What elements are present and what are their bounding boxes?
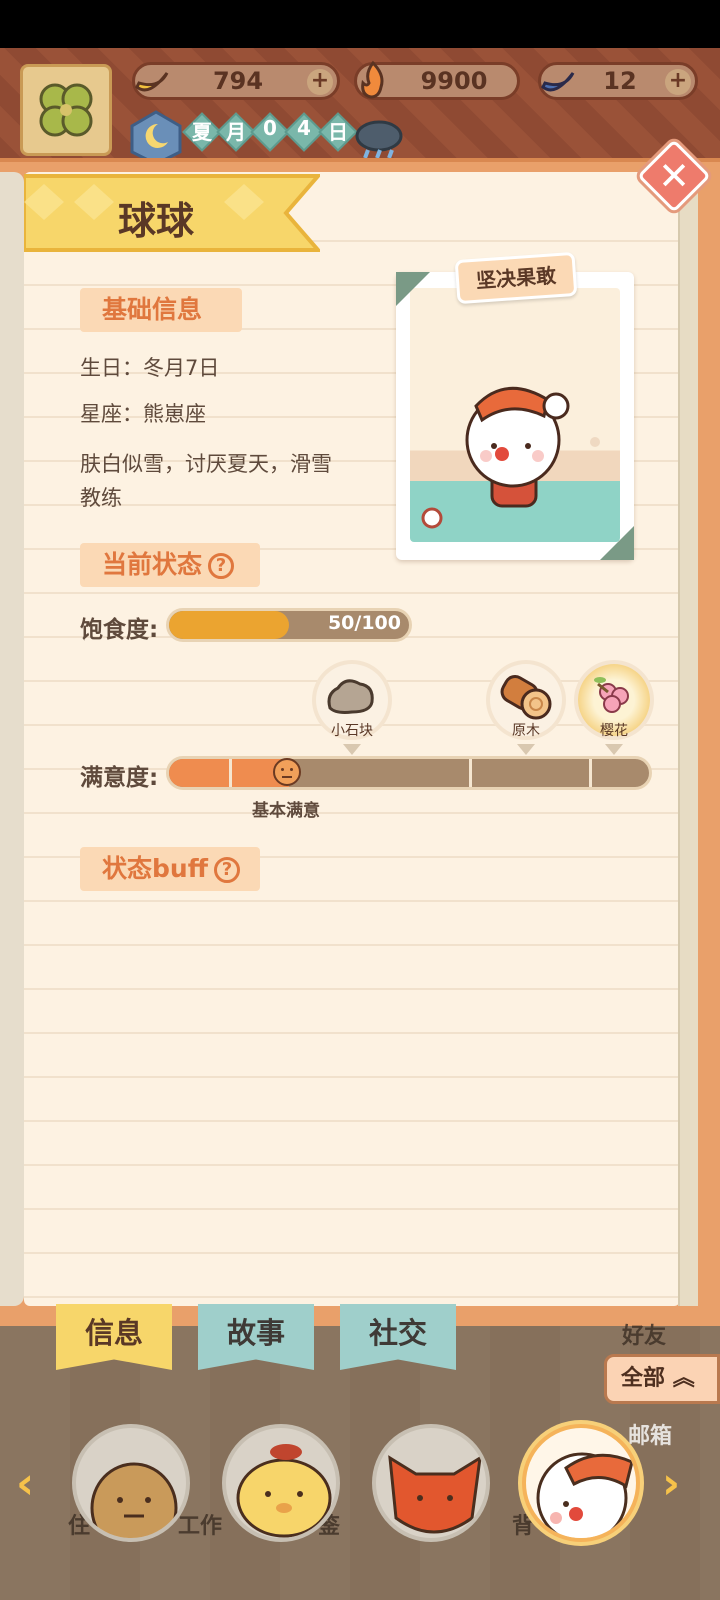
date-month: 月	[226, 120, 246, 144]
add-banana-button[interactable]: +	[307, 69, 333, 95]
blue-banana-icon	[541, 72, 575, 92]
satisfaction-face-icon	[273, 758, 301, 786]
current-status-heading: 当前状态?	[80, 543, 260, 587]
date-digit-1: 0	[263, 116, 277, 140]
meat-icon	[421, 507, 443, 529]
satisfaction-bar	[166, 756, 652, 790]
rain-cloud-icon[interactable]	[352, 116, 406, 162]
sakura-icon	[594, 677, 629, 713]
log-icon	[500, 675, 552, 720]
basic-info-title: 基础信息	[102, 295, 203, 324]
banana-counter: 794 +	[132, 62, 340, 100]
reward-log-label: 原木	[512, 723, 540, 739]
satisfaction-label: 满意度:	[80, 765, 159, 791]
filter-all-label: 全部	[621, 1366, 666, 1391]
next-arrow-icon[interactable]: ›	[662, 1458, 680, 1509]
card-corner-bottom	[600, 526, 634, 560]
satiety-fill	[169, 611, 289, 639]
birthday-text: 生日：冬月7日	[80, 356, 220, 380]
satiety-bar: 50/100	[166, 608, 412, 642]
friends-shortcut[interactable]: 好友	[622, 1318, 666, 1350]
character-name: 球球	[118, 199, 195, 243]
banana-icon	[135, 72, 169, 92]
work-shortcut[interactable]: 工作	[178, 1508, 222, 1540]
card-corner-top	[396, 272, 430, 306]
reward-stone-label: 小石块	[331, 723, 373, 739]
status-bar	[0, 0, 720, 48]
mail-shortcut[interactable]: 邮箱	[628, 1418, 672, 1450]
basic-info-heading: 基础信息	[80, 288, 242, 332]
add-blue-banana-button[interactable]: +	[665, 69, 691, 95]
chevron-up-icon: ︽	[672, 1366, 695, 1391]
buff-help-icon[interactable]: ?	[213, 857, 240, 883]
buff-title: 状态buff	[102, 854, 208, 883]
clover-icon	[39, 83, 93, 137]
satiety-value: 50/100	[327, 612, 401, 634]
date-digit-2: 4	[297, 116, 311, 140]
description-line-2: 教练	[80, 486, 122, 510]
buff-heading: 状态buff?	[80, 847, 260, 891]
clover-avatar-button[interactable]	[20, 64, 112, 156]
status-help-icon[interactable]: ?	[208, 553, 235, 579]
character-portrait	[410, 288, 620, 542]
filter-all-button[interactable]: 全部 ︽	[604, 1354, 720, 1404]
banana-count: 794	[212, 67, 264, 95]
page-edge	[678, 172, 698, 1306]
constellation-text: 星座：熊崽座	[80, 402, 206, 426]
prev-arrow-icon[interactable]: ‹	[16, 1458, 34, 1509]
close-button[interactable]: ✕	[648, 150, 700, 202]
stone-icon	[327, 679, 374, 714]
blue-banana-count: 12	[603, 67, 637, 95]
character-illustration	[421, 386, 600, 529]
character-fox[interactable]	[372, 1424, 490, 1542]
date-day: 日	[328, 120, 348, 144]
description-line-1: 肤白似雪，讨厌夏天，滑雪	[80, 452, 332, 476]
flame-icon	[361, 60, 384, 99]
satisfaction-caption: 基本满意	[252, 801, 320, 821]
trait-tag: 坚决果敢	[454, 251, 578, 305]
character-dog[interactable]	[222, 1424, 340, 1542]
date-season: 夏	[192, 120, 212, 144]
current-status-title: 当前状态	[102, 550, 203, 579]
satiety-label: 饱食度:	[80, 617, 159, 643]
panel-side-strip	[0, 172, 24, 1306]
character-potato[interactable]	[72, 1424, 190, 1542]
blue-banana-counter: 12 +	[538, 62, 698, 100]
character-qiuqiu-selected[interactable]	[522, 1424, 640, 1542]
flame-counter: 9900	[354, 60, 520, 100]
flame-count: 9900	[420, 67, 488, 95]
reward-sakura-label: 樱花	[600, 723, 628, 739]
